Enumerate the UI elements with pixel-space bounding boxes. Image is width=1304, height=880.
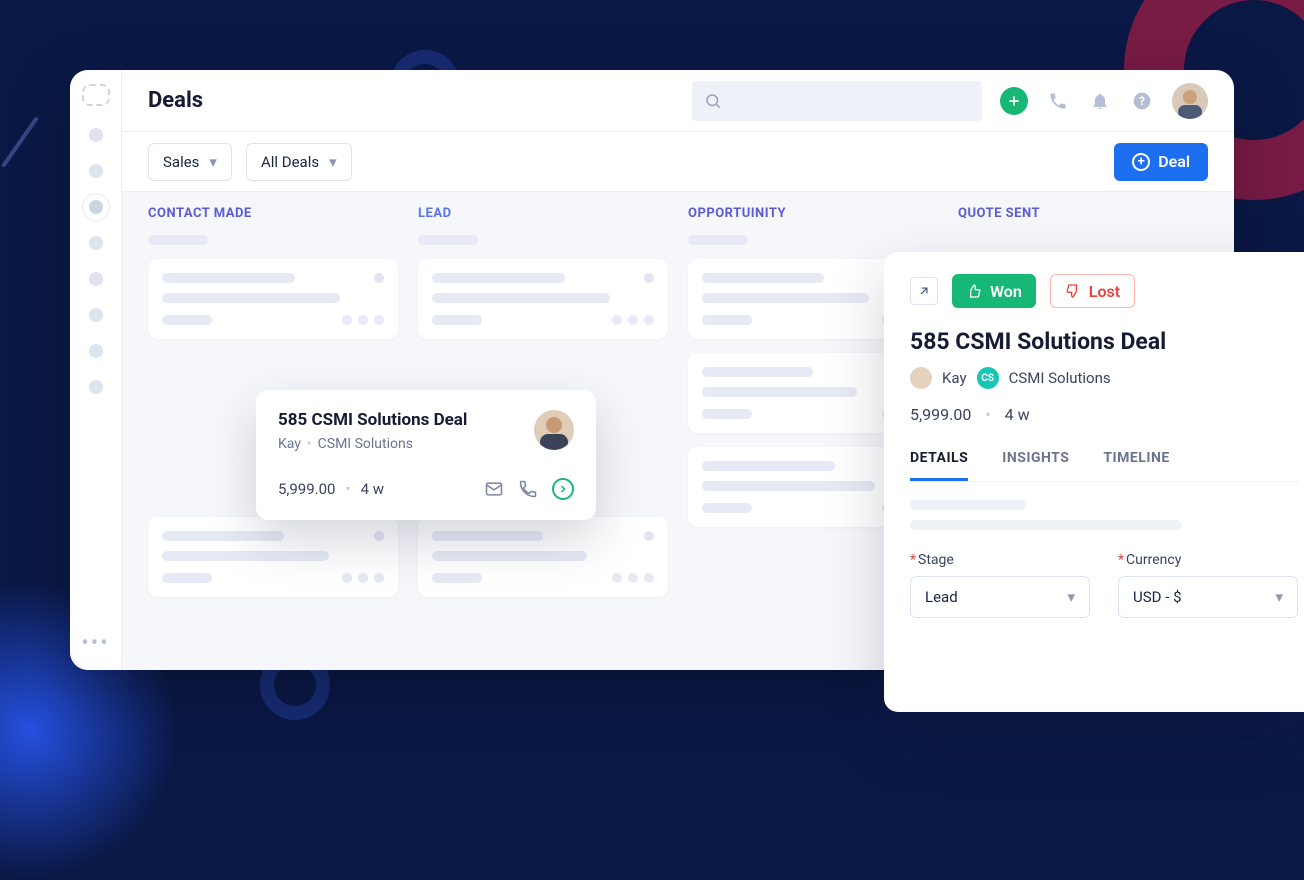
thumbs-down-icon	[1065, 283, 1081, 299]
stage-field: *Stage Lead ▾	[910, 552, 1090, 618]
placeholder	[910, 500, 1026, 510]
column-header: CONTACT MADE	[148, 206, 398, 221]
tab-timeline[interactable]: TIMELINE	[1103, 450, 1169, 481]
sidebar: •••	[70, 70, 122, 670]
contact-avatar-icon	[910, 367, 932, 389]
currency-value: USD - $	[1133, 588, 1182, 606]
deal-age: 4 w	[361, 480, 384, 498]
search-input[interactable]	[692, 81, 982, 121]
scope-select[interactable]: All Deals ▾	[246, 143, 352, 181]
currency-label: *Currency	[1118, 552, 1298, 568]
plus-circle-icon: +	[1132, 153, 1150, 171]
panel-amount-row: 5,999.00 • 4 w	[910, 405, 1298, 424]
deal-card-placeholder[interactable]	[418, 517, 668, 597]
column-header: QUOTE SENT	[958, 206, 1208, 221]
tab-insights[interactable]: INSIGHTS	[1002, 450, 1069, 481]
advance-stage-button[interactable]	[552, 478, 574, 500]
panel-body: *Stage Lead ▾ *Currency USD - $ ▾	[910, 500, 1298, 618]
sidebar-item[interactable]	[89, 380, 103, 394]
deal-amount: 5,999.00	[278, 480, 336, 498]
phone-icon[interactable]	[1046, 89, 1070, 113]
column-header: OPPORTUINITY	[688, 206, 938, 221]
won-label: Won	[990, 282, 1022, 301]
pipeline-value: Sales	[163, 153, 199, 171]
panel-age: 4 w	[1005, 405, 1030, 424]
help-icon[interactable]: ?	[1130, 89, 1154, 113]
scope-value: All Deals	[261, 153, 319, 171]
placeholder	[148, 235, 208, 245]
stage-value: Lead	[925, 588, 958, 606]
chevron-down-icon: ▾	[1067, 588, 1075, 606]
phone-icon[interactable]	[518, 479, 538, 499]
panel-tabs: DETAILS INSIGHTS TIMELINE	[910, 450, 1298, 482]
deal-detail-panel: Won Lost 585 CSMI Solutions Deal Kay CS …	[884, 252, 1304, 712]
user-avatar[interactable]	[1172, 83, 1208, 119]
sidebar-item[interactable]	[89, 236, 103, 250]
stage-label: *Stage	[910, 552, 1090, 568]
stage-select[interactable]: Lead ▾	[910, 576, 1090, 618]
deal-company: CSMI Solutions	[318, 436, 413, 452]
mark-won-button[interactable]: Won	[952, 274, 1036, 308]
deal-title: 585 CSMI Solutions Deal	[278, 410, 467, 430]
expand-button[interactable]	[910, 277, 938, 305]
search-icon	[704, 92, 722, 110]
thumbs-up-icon	[966, 283, 982, 299]
deal-contact: Kay	[278, 436, 301, 452]
sidebar-item[interactable]	[89, 128, 103, 142]
sidebar-more-icon[interactable]: •••	[81, 631, 109, 656]
mail-icon[interactable]	[484, 479, 504, 499]
mark-lost-button[interactable]: Lost	[1050, 274, 1135, 308]
panel-title: 585 CSMI Solutions Deal	[910, 328, 1298, 355]
sidebar-item[interactable]	[89, 308, 103, 322]
add-button[interactable]	[1000, 87, 1028, 115]
company-badge-icon: CS	[977, 367, 999, 389]
sidebar-item[interactable]	[89, 164, 103, 178]
placeholder	[910, 520, 1182, 530]
contact-avatar	[534, 410, 574, 450]
sidebar-item[interactable]	[89, 272, 103, 286]
panel-company[interactable]: CSMI Solutions	[1009, 369, 1111, 387]
currency-field: *Currency USD - $ ▾	[1118, 552, 1298, 618]
app-logo-icon	[82, 84, 110, 106]
sidebar-item-deals[interactable]	[89, 200, 103, 214]
bell-icon[interactable]	[1088, 89, 1112, 113]
deal-card-highlighted[interactable]: 585 CSMI Solutions Deal Kay•CSMI Solutio…	[256, 390, 596, 520]
new-deal-button[interactable]: + Deal	[1114, 143, 1208, 181]
pipeline-select[interactable]: Sales ▾	[148, 143, 232, 181]
filter-bar: Sales ▾ All Deals ▾ + Deal	[122, 132, 1234, 192]
panel-meta: Kay CS CSMI Solutions	[910, 367, 1298, 389]
svg-text:?: ?	[1139, 94, 1145, 108]
column-header: LEAD	[418, 206, 668, 221]
currency-select[interactable]: USD - $ ▾	[1118, 576, 1298, 618]
placeholder	[418, 235, 478, 245]
plus-icon	[1007, 94, 1021, 108]
topbar: Deals ?	[122, 70, 1234, 132]
deal-card-placeholder[interactable]	[418, 259, 668, 339]
panel-contact[interactable]: Kay	[942, 369, 967, 387]
chevron-down-icon: ▾	[209, 153, 217, 171]
panel-amount: 5,999.00	[910, 405, 971, 424]
chevron-down-icon: ▾	[1275, 588, 1283, 606]
sidebar-item[interactable]	[89, 344, 103, 358]
deal-card-placeholder[interactable]	[148, 259, 398, 339]
new-deal-label: Deal	[1158, 152, 1190, 171]
lost-label: Lost	[1089, 282, 1120, 301]
bg-shape	[1, 116, 39, 167]
chevron-down-icon: ▾	[329, 153, 337, 171]
tab-details[interactable]: DETAILS	[910, 450, 968, 481]
deal-card-placeholder[interactable]	[148, 517, 398, 597]
deal-subtitle: Kay•CSMI Solutions	[278, 436, 467, 452]
page-title: Deals	[148, 88, 203, 113]
placeholder	[688, 235, 748, 245]
